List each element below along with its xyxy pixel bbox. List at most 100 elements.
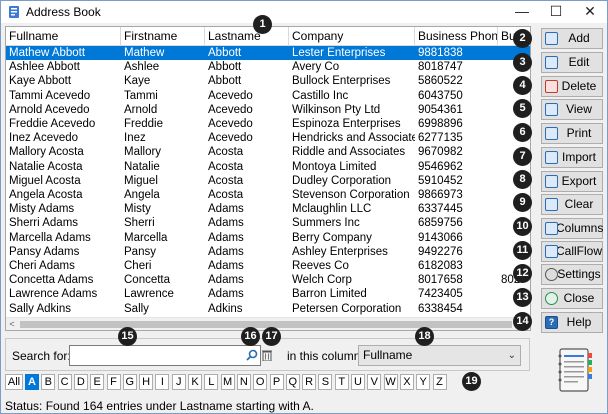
table-row[interactable]: Miguel Acosta Miguel Acosta Dudley Corporat… xyxy=(6,174,530,188)
table-row[interactable]: Marcella Adams Marcella Adams Berry Company… xyxy=(6,231,530,245)
grid-body: Mathew Abbott Mathew Abbott Lester Enterpri… xyxy=(6,46,530,318)
letter-filter-r[interactable]: R xyxy=(302,374,317,390)
letter-filter-a[interactable]: A xyxy=(25,374,39,390)
table-row[interactable]: Tammi Acevedo Tammi Acevedo Castillo Inc 604… xyxy=(6,89,530,103)
letter-filter-e[interactable]: E xyxy=(90,374,105,390)
cell-company: Reeves Co xyxy=(292,260,349,272)
letter-filter-z[interactable]: Z xyxy=(432,374,447,390)
maximize-button[interactable]: ☐ xyxy=(539,1,573,23)
letter-filter-s[interactable]: S xyxy=(318,374,333,390)
table-row[interactable]: Kaye Abbott Kaye Abbott Bullock Enterprises… xyxy=(6,74,530,88)
table-row[interactable]: Freddie Acevedo Freddie Acevedo Espinoza En… xyxy=(6,117,530,131)
table-row[interactable]: Mallory Acosta Mallory Acosta Riddle and As… xyxy=(6,145,530,159)
letter-filter-u[interactable]: U xyxy=(351,374,365,390)
cell-lastname: Abbott xyxy=(208,75,242,88)
clear-button[interactable]: Clear xyxy=(541,194,603,215)
table-row[interactable]: Pansy Adams Pansy Adams Ashley Enterprises 9… xyxy=(6,245,530,259)
letter-filter-g[interactable]: G xyxy=(122,374,137,390)
table-row[interactable]: Sally Adkins Sally Adkins Petersen Corporat… xyxy=(6,302,530,316)
table-row[interactable]: Ashlee Abbott Ashlee Abbott Avery Co 8018747 xyxy=(6,60,530,74)
letter-filter-b[interactable]: B xyxy=(41,374,56,390)
column-header-lastname[interactable]: Lastname xyxy=(205,27,289,46)
table-row[interactable]: Misty Adams Misty Adams Mclaughlin LLC 63374… xyxy=(6,202,530,216)
import-button[interactable]: Import xyxy=(541,147,603,168)
delete-button[interactable]: Delete xyxy=(541,76,603,97)
letter-filter-k[interactable]: K xyxy=(188,374,202,390)
table-row[interactable]: Inez Acevedo Inez Acevedo Hendricks and Ass… xyxy=(6,131,530,145)
search-column-select[interactable]: Fullname ⌄ xyxy=(358,345,521,366)
cell-firstname: Natalie xyxy=(124,160,160,173)
cell-business-phone: 6043750 xyxy=(418,89,463,102)
letter-filter-j[interactable]: J xyxy=(171,374,186,390)
column-header-fullname[interactable]: Fullname xyxy=(6,27,121,46)
help-button[interactable]: ? Help xyxy=(541,312,603,333)
letter-filter-y[interactable]: Y xyxy=(416,374,431,390)
close-button-label: Close xyxy=(563,291,595,305)
letter-filter-c[interactable]: C xyxy=(57,374,72,390)
letter-filter-i[interactable]: I xyxy=(155,374,170,390)
view-button-label: View xyxy=(566,102,592,116)
trash-icon[interactable] xyxy=(262,349,272,361)
print-button[interactable]: Print xyxy=(541,123,603,144)
search-input[interactable] xyxy=(69,345,261,366)
edit-button[interactable]: Edit xyxy=(541,52,603,73)
letter-filter-t[interactable]: T xyxy=(334,374,349,390)
callout-badge: 2 xyxy=(513,29,532,48)
callflow-button[interactable]: CallFlow xyxy=(541,241,603,262)
cell-lastname: Acevedo xyxy=(208,89,253,102)
cell-company: Dudley Corporation xyxy=(292,174,392,187)
cell-firstname: Marcella xyxy=(124,231,168,244)
table-row[interactable]: Sherri Adams Sherri Adams Summers Inc 685975… xyxy=(6,216,530,230)
search-icon[interactable] xyxy=(246,349,258,361)
letter-filter-x[interactable]: X xyxy=(399,374,414,390)
scrollbar-thumb[interactable] xyxy=(20,321,512,328)
cell-firstname: Kaye xyxy=(124,75,151,88)
callout-badge: 10 xyxy=(513,217,532,236)
cell-firstname: Mallory xyxy=(124,146,162,159)
letter-filter-f[interactable]: F xyxy=(106,374,121,390)
close-window-button[interactable]: ✕ xyxy=(573,1,607,23)
table-row[interactable]: Angela Acosta Angela Acosta Stevenson Corpo… xyxy=(6,188,530,202)
add-button[interactable]: Add xyxy=(541,28,603,49)
table-row[interactable]: Natalie Acosta Natalie Acosta Montoya Limit… xyxy=(6,160,530,174)
callout-badge: 9 xyxy=(513,193,532,212)
letter-filter-q[interactable]: Q xyxy=(285,374,300,390)
letter-filter-l[interactable]: L xyxy=(204,374,219,390)
cell-business-phone: 9670982 xyxy=(418,146,463,159)
cell-fullname: Kaye Abbott xyxy=(9,75,72,88)
minimize-button[interactable]: — xyxy=(505,1,539,23)
letter-filter-p[interactable]: P xyxy=(269,374,284,390)
search-label: Search for: xyxy=(12,349,71,363)
table-row[interactable]: Mathew Abbott Mathew Abbott Lester Enterpri… xyxy=(6,46,530,61)
columns-button[interactable]: Columns xyxy=(541,218,603,239)
cell-fullname: Concetta Adams xyxy=(9,274,94,287)
cell-lastname: Adams xyxy=(208,245,244,258)
letter-filter-o[interactable]: O xyxy=(253,374,268,390)
scroll-left-arrow-icon[interactable]: < xyxy=(6,318,18,330)
columns-icon xyxy=(545,222,558,235)
column-header-business-phone[interactable]: Business Phone xyxy=(415,27,498,46)
letter-filter-w[interactable]: W xyxy=(383,374,398,390)
table-row[interactable]: Lawrence Adams Lawrence Adams Barron Limite… xyxy=(6,287,530,301)
column-header-company[interactable]: Company xyxy=(289,27,415,46)
letter-filter-d[interactable]: D xyxy=(73,374,88,390)
contacts-grid[interactable]: Fullname Firstname Lastname Company Busi… xyxy=(5,26,531,331)
close-button[interactable]: Close xyxy=(541,288,603,309)
cell-firstname: Angela xyxy=(124,189,160,201)
column-header-firstname[interactable]: Firstname xyxy=(121,27,205,46)
letter-filter-v[interactable]: V xyxy=(367,374,382,390)
help-button-label: Help xyxy=(566,315,592,329)
export-button[interactable]: Export xyxy=(541,171,603,192)
export-button-label: Export xyxy=(561,174,597,188)
add-button-label: Add xyxy=(568,31,590,45)
letter-filter-m[interactable]: M xyxy=(220,374,235,390)
letter-filter-h[interactable]: H xyxy=(139,374,154,390)
settings-button[interactable]: Settings xyxy=(541,264,603,285)
letter-filter-n[interactable]: N xyxy=(236,374,251,390)
table-row[interactable]: Cheri Adams Cheri Adams Reeves Co 6182083 xyxy=(6,259,530,273)
letter-filter-all[interactable]: All xyxy=(5,374,23,390)
view-button[interactable]: View xyxy=(541,99,603,120)
table-row[interactable]: Arnold Acevedo Arnold Acevedo Wilkinson Pty… xyxy=(6,103,530,117)
table-row[interactable]: Concetta Adams Concetta Adams Welch Corp 801… xyxy=(6,273,530,287)
cell-business-phone: 6859756 xyxy=(418,217,463,230)
